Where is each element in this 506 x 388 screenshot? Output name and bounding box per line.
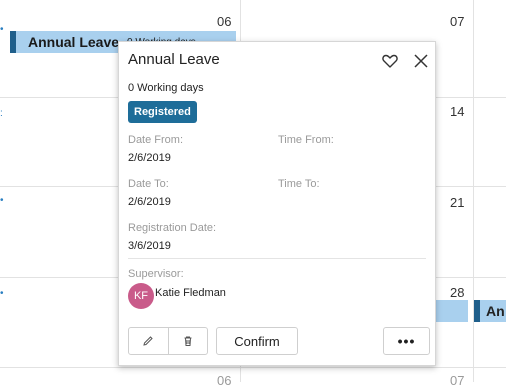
trash-icon: [184, 336, 192, 346]
date-from-value: 2/6/2019: [128, 152, 171, 164]
section-divider: [128, 258, 426, 259]
day-number[interactable]: 06: [217, 373, 231, 388]
date-to-value: 2/6/2019: [128, 196, 171, 208]
edit-button[interactable]: [129, 328, 168, 354]
calendar-event-segment[interactable]: [436, 300, 468, 322]
more-options-button[interactable]: •••: [383, 327, 430, 355]
heart-icon[interactable]: [381, 52, 399, 70]
avatar: KF: [128, 283, 154, 309]
day-number[interactable]: 07: [450, 373, 464, 388]
week-marker: •: [0, 24, 4, 35]
status-badge: Registered: [128, 101, 197, 123]
time-from-label: Time From:: [278, 134, 334, 146]
day-number[interactable]: 14: [450, 104, 464, 119]
day-number[interactable]: 07: [450, 14, 464, 29]
working-days-text: 0 Working days: [128, 82, 204, 94]
day-number[interactable]: 06: [217, 14, 231, 29]
event-title: Annual Leave: [28, 34, 120, 50]
supervisor-name: Katie Fledman: [155, 287, 226, 299]
calendar-event-annual-leave-partial[interactable]: An: [474, 300, 506, 322]
day-number[interactable]: 21: [450, 195, 464, 210]
week-marker: •: [0, 195, 4, 206]
week-marker: •: [0, 288, 4, 299]
close-icon[interactable]: [412, 52, 430, 70]
time-to-label: Time To:: [278, 178, 320, 190]
pencil-icon: [143, 336, 153, 346]
date-to-label: Date To:: [128, 178, 169, 190]
popup-title: Annual Leave: [128, 51, 220, 68]
event-details-popup: Annual Leave 0 Working days Registered D…: [118, 41, 436, 366]
week-marker: :: [0, 108, 3, 119]
grid-column-divider: [473, 0, 474, 382]
supervisor-label: Supervisor:: [128, 268, 184, 280]
confirm-button[interactable]: Confirm: [216, 327, 298, 355]
registration-date-value: 3/6/2019: [128, 240, 171, 252]
registration-date-label: Registration Date:: [128, 222, 217, 234]
day-number[interactable]: 28: [450, 285, 464, 300]
date-from-label: Date From:: [128, 134, 184, 146]
edit-delete-button-group: [128, 327, 208, 355]
grid-row-divider: [0, 367, 506, 368]
delete-button[interactable]: [168, 328, 207, 354]
